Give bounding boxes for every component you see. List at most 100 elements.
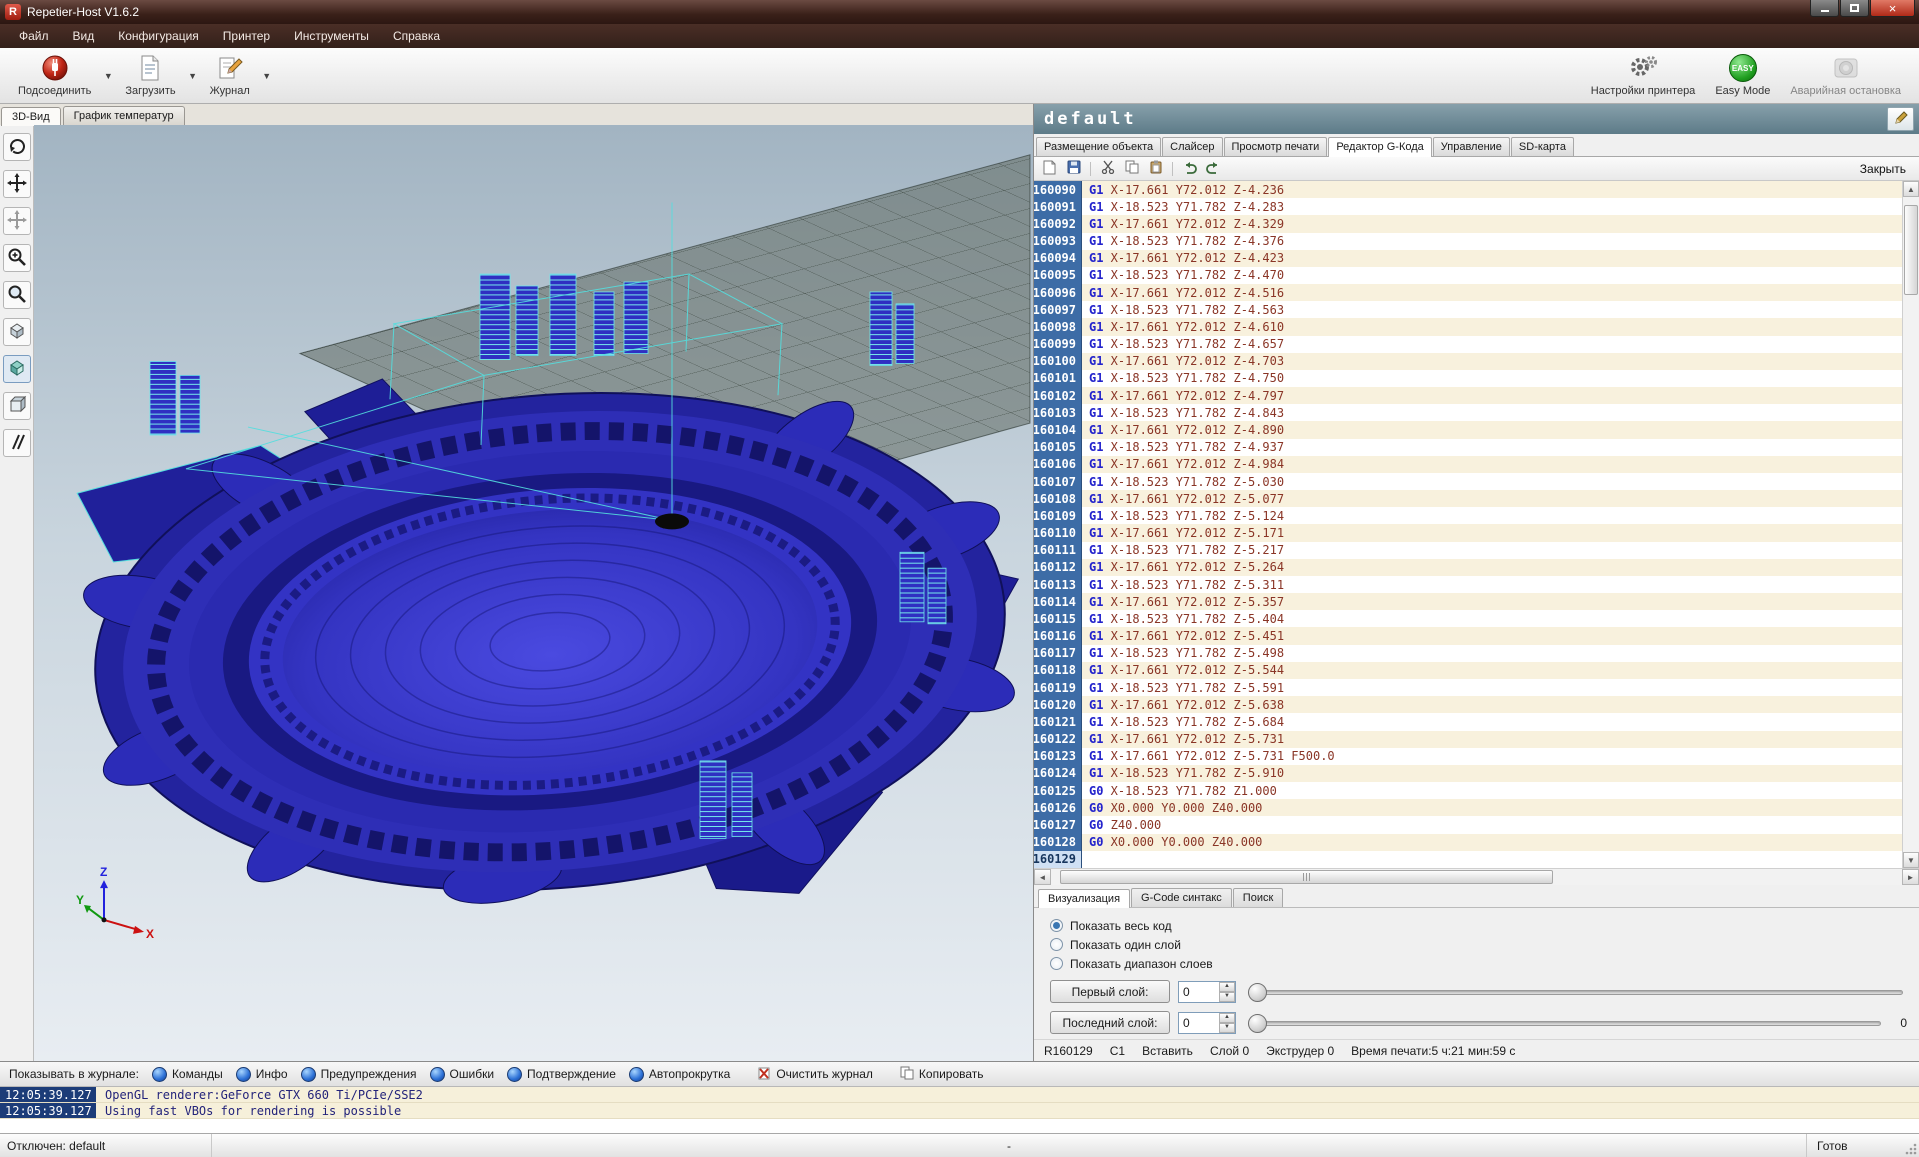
gcode-line[interactable]: 160121G1 X-18.523 Y71.782 Z-5.684: [1034, 713, 1902, 730]
last-layer-spinner[interactable]: 0 ▲▼: [1178, 1012, 1236, 1034]
view-front-button[interactable]: [3, 392, 31, 420]
view-iso-button[interactable]: [3, 355, 31, 383]
pan-view-button[interactable]: [3, 170, 31, 198]
gcode-line[interactable]: 160116G1 X-17.661 Y72.012 Z-5.451: [1034, 627, 1902, 644]
gcode-line[interactable]: 160112G1 X-17.661 Y72.012 Z-5.264: [1034, 559, 1902, 576]
journal-dropdown[interactable]: ▼: [260, 50, 274, 101]
copy-button[interactable]: [1121, 159, 1142, 178]
journal-button[interactable]: Журнал: [200, 50, 260, 101]
minimize-button[interactable]: [1810, 0, 1839, 17]
menu-item[interactable]: Инструменты: [283, 26, 380, 46]
save-button[interactable]: [1063, 159, 1084, 178]
undo-button[interactable]: [1179, 159, 1200, 178]
gcode-line[interactable]: 160123G1 X-17.661 Y72.012 Z-5.731 F500.0: [1034, 748, 1902, 765]
scroll-left-arrow[interactable]: ◄: [1034, 869, 1051, 885]
close-button[interactable]: ×: [1870, 0, 1915, 17]
last-layer-value[interactable]: 0: [1179, 1013, 1219, 1033]
gcode-line[interactable]: 160101G1 X-18.523 Y71.782 Z-4.750: [1034, 370, 1902, 387]
printer-tab[interactable]: Просмотр печати: [1224, 137, 1328, 156]
gcode-line[interactable]: 160092G1 X-17.661 Y72.012 Z-4.329: [1034, 215, 1902, 232]
printer-tab[interactable]: Слайсер: [1162, 137, 1222, 156]
gcode-line[interactable]: 160124G1 X-18.523 Y71.782 Z-5.910: [1034, 765, 1902, 782]
printer-settings-button[interactable]: Настройки принтера: [1581, 50, 1706, 101]
paste-button[interactable]: [1145, 159, 1166, 178]
first-layer-down-arrow[interactable]: ▼: [1219, 992, 1235, 1002]
gcode-line[interactable]: 160117G1 X-18.523 Y71.782 Z-5.498: [1034, 645, 1902, 662]
gcode-line[interactable]: 160113G1 X-18.523 Y71.782 Z-5.311: [1034, 576, 1902, 593]
visualization-radio[interactable]: Показать диапазон слоев: [1050, 954, 1907, 973]
gcode-line[interactable]: 160093G1 X-18.523 Y71.782 Z-4.376: [1034, 233, 1902, 250]
gcode-line[interactable]: 160097G1 X-18.523 Y71.782 Z-4.563: [1034, 301, 1902, 318]
maximize-button[interactable]: [1840, 0, 1869, 17]
printer-tab[interactable]: Размещение объекта: [1036, 137, 1161, 156]
3d-viewport[interactable]: Z X Y: [34, 125, 1033, 1061]
gcode-line[interactable]: 160106G1 X-17.661 Y72.012 Z-4.984: [1034, 456, 1902, 473]
log-toggle-button[interactable]: Автопрокрутка: [629, 1067, 730, 1082]
gcode-line[interactable]: 160100G1 X-17.661 Y72.012 Z-4.703: [1034, 353, 1902, 370]
scroll-down-arrow[interactable]: ▼: [1903, 852, 1919, 868]
log-toggle-button[interactable]: Инфо: [236, 1067, 288, 1082]
gcode-line[interactable]: 160107G1 X-18.523 Y71.782 Z-5.030: [1034, 473, 1902, 490]
log-toggle-button[interactable]: Предупреждения: [301, 1067, 417, 1082]
gcode-line[interactable]: 160096G1 X-17.661 Y72.012 Z-4.516: [1034, 284, 1902, 301]
printer-tab[interactable]: SD-карта: [1511, 137, 1574, 156]
emergency-stop-button[interactable]: Аварийная остановка: [1780, 50, 1911, 101]
gcode-line[interactable]: 160109G1 X-18.523 Y71.782 Z-5.124: [1034, 507, 1902, 524]
last-layer-slider-handle[interactable]: [1248, 1014, 1267, 1033]
gcode-line[interactable]: 160115G1 X-18.523 Y71.782 Z-5.404: [1034, 610, 1902, 627]
gcode-line[interactable]: 160099G1 X-18.523 Y71.782 Z-4.657: [1034, 336, 1902, 353]
first-layer-value[interactable]: 0: [1179, 982, 1219, 1002]
gcode-line[interactable]: 160105G1 X-18.523 Y71.782 Z-4.937: [1034, 439, 1902, 456]
last-layer-button[interactable]: Последний слой:: [1050, 1011, 1170, 1034]
gcode-line[interactable]: 160091G1 X-18.523 Y71.782 Z-4.283: [1034, 198, 1902, 215]
gcode-line[interactable]: 160094G1 X-17.661 Y72.012 Z-4.423: [1034, 250, 1902, 267]
gcode-line[interactable]: 160127G0 Z40.000: [1034, 816, 1902, 833]
menu-item[interactable]: Принтер: [212, 26, 281, 46]
view-top-button[interactable]: [3, 318, 31, 346]
last-layer-slider[interactable]: [1248, 1013, 1881, 1033]
gcode-line[interactable]: 160104G1 X-17.661 Y72.012 Z-4.890: [1034, 421, 1902, 438]
close-editor-link[interactable]: Закрыть: [1860, 162, 1914, 176]
gcode-line[interactable]: 160129: [1034, 851, 1902, 868]
zoom-view-button[interactable]: [3, 281, 31, 309]
gcode-line[interactable]: 160125G0 X-18.523 Y71.782 Z1.000: [1034, 782, 1902, 799]
view-tab[interactable]: 3D-Вид: [1, 107, 61, 126]
last-layer-down-arrow[interactable]: ▼: [1219, 1023, 1235, 1033]
first-layer-button[interactable]: Первый слой:: [1050, 980, 1170, 1003]
horizontal-scroll-thumb[interactable]: [1060, 870, 1554, 884]
log-toggle-button[interactable]: Команды: [152, 1067, 223, 1082]
editor-subtab[interactable]: G-Code синтакс: [1131, 888, 1232, 907]
view-tab[interactable]: График температур: [63, 106, 185, 125]
gcode-line[interactable]: 160118G1 X-17.661 Y72.012 Z-5.544: [1034, 662, 1902, 679]
clear-log-button[interactable]: Очистить журнал: [757, 1066, 873, 1083]
menu-item[interactable]: Справка: [382, 26, 451, 46]
menu-item[interactable]: Конфигурация: [107, 26, 210, 46]
log-toggle-button[interactable]: Подтверждение: [507, 1067, 616, 1082]
gcode-line[interactable]: 160128G0 X0.000 Y0.000 Z40.000: [1034, 834, 1902, 851]
cut-button[interactable]: [1097, 159, 1118, 178]
gcode-line[interactable]: 160095G1 X-18.523 Y71.782 Z-4.470: [1034, 267, 1902, 284]
redo-button[interactable]: [1203, 159, 1224, 178]
connect-button[interactable]: Подсоединить: [8, 50, 101, 101]
editor-horizontal-scrollbar[interactable]: ◄ ►: [1034, 868, 1919, 885]
gcode-line[interactable]: 160119G1 X-18.523 Y71.782 Z-5.591: [1034, 679, 1902, 696]
connect-dropdown[interactable]: ▼: [101, 50, 115, 101]
gcode-line[interactable]: 160111G1 X-18.523 Y71.782 Z-5.217: [1034, 542, 1902, 559]
visualization-radio[interactable]: Показать один слой: [1050, 935, 1907, 954]
menu-item[interactable]: Вид: [62, 26, 106, 46]
first-layer-slider[interactable]: [1248, 982, 1903, 1002]
resize-grip[interactable]: [1903, 1134, 1919, 1157]
rotate-view-button[interactable]: [3, 133, 31, 161]
copy-log-button[interactable]: Копировать: [900, 1066, 984, 1083]
vertical-scroll-thumb[interactable]: [1904, 205, 1918, 295]
gcode-line[interactable]: 160102G1 X-17.661 Y72.012 Z-4.797: [1034, 387, 1902, 404]
scroll-up-arrow[interactable]: ▲: [1903, 181, 1919, 197]
move-object-button[interactable]: [3, 207, 31, 235]
gcode-line[interactable]: 160126G0 X0.000 Y0.000 Z40.000: [1034, 799, 1902, 816]
editor-subtab[interactable]: Поиск: [1233, 888, 1283, 907]
easy-mode-button[interactable]: EASY Easy Mode: [1705, 50, 1780, 101]
printer-tab[interactable]: Управление: [1433, 137, 1510, 156]
gcode-line[interactable]: 160090G1 X-17.661 Y72.012 Z-4.236: [1034, 181, 1902, 198]
gcode-line[interactable]: 160110G1 X-17.661 Y72.012 Z-5.171: [1034, 524, 1902, 541]
gcode-line[interactable]: 160114G1 X-17.661 Y72.012 Z-5.357: [1034, 593, 1902, 610]
